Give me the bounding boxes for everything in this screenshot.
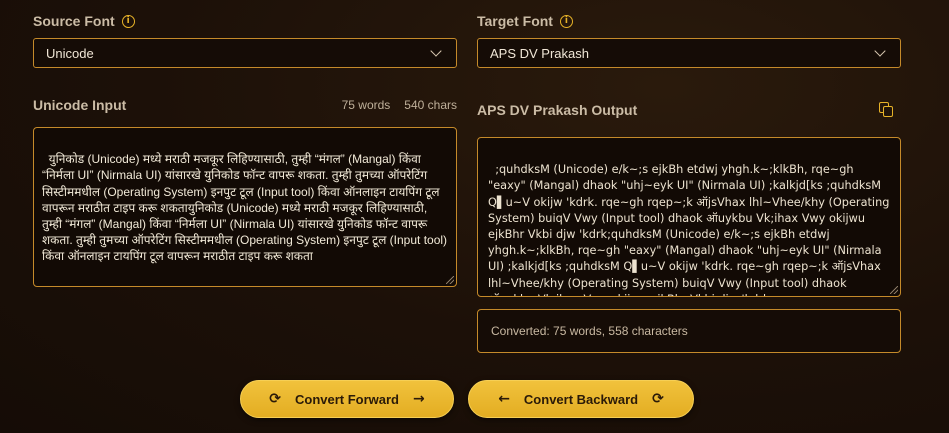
resize-handle-icon[interactable]: [446, 276, 454, 284]
source-font-section: Source Font i: [33, 13, 457, 29]
output-header: APS DV Prakash Output: [477, 102, 901, 118]
output-label: APS DV Prakash Output: [477, 102, 638, 118]
copy-icon[interactable]: [879, 102, 893, 117]
source-font-label: Source Font i: [33, 13, 457, 29]
convert-backward-button[interactable]: ← Convert Backward ⟳: [468, 380, 694, 418]
output-textarea[interactable]: ;quhdksM (Unicode) e/k~;s ejkBh etdwj yh…: [477, 137, 901, 297]
source-font-value: Unicode: [46, 45, 94, 61]
target-font-label: Target Font i: [477, 13, 901, 29]
convert-forward-button[interactable]: ⟳ Convert Forward →: [240, 380, 454, 418]
source-font-select[interactable]: Unicode: [33, 38, 457, 68]
unicode-input-text: युनिकोड (Unicode) मध्ये मराठी मजकूर लिहि…: [42, 152, 451, 264]
input-label: Unicode Input: [33, 97, 127, 113]
input-counts: 75 words 540 chars: [342, 98, 457, 112]
info-icon[interactable]: i: [121, 14, 135, 28]
target-font-label-text: Target Font: [477, 13, 553, 29]
target-font-value: APS DV Prakash: [490, 45, 589, 61]
input-header: Unicode Input 75 words 540 chars: [33, 97, 457, 113]
status-text: Converted: 75 words, 558 characters: [491, 324, 688, 338]
info-icon[interactable]: i: [559, 14, 573, 28]
arrow-right-icon: →: [413, 391, 425, 407]
chevron-down-icon: [874, 45, 886, 57]
char-count: 540 chars: [404, 98, 457, 112]
resize-handle-icon[interactable]: [890, 286, 898, 294]
unicode-input-textarea[interactable]: युनिकोड (Unicode) मध्ये मराठी मजकूर लिहि…: [33, 127, 457, 287]
chevron-down-icon: [430, 45, 442, 57]
convert-forward-label: Convert Forward: [294, 391, 399, 407]
target-font-select[interactable]: APS DV Prakash: [477, 38, 901, 68]
arrow-left-icon: ←: [498, 391, 510, 407]
word-count: 75 words: [341, 98, 391, 112]
refresh-icon: ⟳: [652, 391, 664, 407]
output-text: ;quhdksM (Unicode) e/k~;s ejkBh etdwj yh…: [488, 163, 890, 296]
target-font-section: Target Font i: [477, 13, 901, 29]
conversion-status: Converted: 75 words, 558 characters: [477, 309, 901, 353]
convert-backward-label: Convert Backward: [523, 391, 639, 407]
refresh-icon: ⟳: [269, 391, 281, 407]
source-font-label-text: Source Font: [33, 13, 115, 29]
